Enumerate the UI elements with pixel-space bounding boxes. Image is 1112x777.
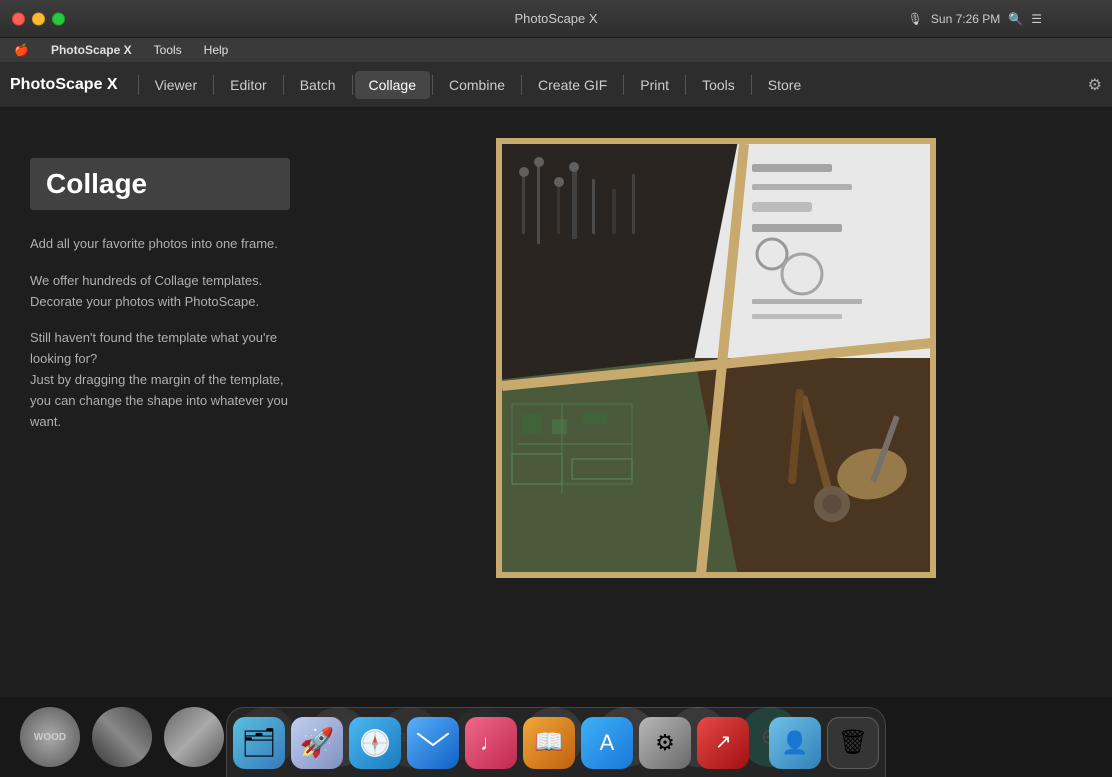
system-tray: 🎙 Sun 7:26 PM 🔍 ☰	[908, 12, 1042, 26]
quad-container	[502, 144, 930, 572]
settings-gear-icon[interactable]: ⚙	[1088, 75, 1102, 95]
nav-editor[interactable]: Editor	[216, 71, 281, 99]
nav-store[interactable]: Store	[754, 71, 815, 99]
dock-music[interactable]: ♩	[465, 717, 517, 769]
dock-trash[interactable]: 🗑	[827, 717, 879, 769]
dock-safari[interactable]	[349, 717, 401, 769]
template-1-preview: WOOD	[20, 707, 80, 767]
desc-3: Still haven't found the template what yo…	[30, 328, 290, 432]
dock-user-folder[interactable]: 👤	[769, 717, 821, 769]
menu-bar: 🍎 PhotoScape X Tools Help	[0, 38, 1112, 62]
nav-collage[interactable]: Collage	[355, 71, 430, 99]
nav-bar: PhotoScape X Viewer Editor Batch Collage…	[0, 62, 1112, 108]
dock-hook[interactable]: ↙	[697, 717, 749, 769]
left-panel: Collage Add all your favorite photos int…	[0, 138, 320, 468]
template-2-preview	[92, 707, 152, 767]
search-icon[interactable]: 🔍	[1008, 12, 1023, 26]
menu-icon[interactable]: ☰	[1031, 12, 1042, 26]
collage-separator-svg	[502, 144, 930, 572]
nav-combine[interactable]: Combine	[435, 71, 519, 99]
brand-logo[interactable]: PhotoScape X	[10, 76, 118, 94]
nav-separator-5	[432, 75, 433, 95]
dock-books[interactable]: 📖	[523, 717, 575, 769]
help-menu-item[interactable]: Help	[200, 41, 233, 59]
main-content: Collage Add all your favorite photos int…	[0, 108, 1112, 697]
desc-2: We offer hundreds of Collage templates. …	[30, 271, 290, 313]
window-title: PhotoScape X	[514, 11, 597, 26]
collage-heading: Collage	[30, 158, 290, 210]
dock: 🗂 🚀 ♩ 📖 A ⚙ ↙ 👤 🗑	[226, 707, 886, 777]
dock-appstore[interactable]: A	[581, 717, 633, 769]
template-3-preview	[164, 707, 224, 767]
template-3[interactable]	[164, 707, 224, 767]
nav-create-gif[interactable]: Create GIF	[524, 71, 621, 99]
siri-icon: 🎙	[908, 12, 923, 26]
minimize-button[interactable]	[32, 12, 45, 25]
nav-batch[interactable]: Batch	[286, 71, 350, 99]
dock-mail[interactable]	[407, 717, 459, 769]
dock-system-prefs[interactable]: ⚙	[639, 717, 691, 769]
nav-separator-2	[213, 75, 214, 95]
template-1[interactable]: WOOD	[20, 707, 80, 767]
tools-menu-item[interactable]: Tools	[150, 41, 186, 59]
clock: Sun 7:26 PM	[931, 12, 1000, 26]
window-controls	[12, 12, 65, 25]
desc-1: Add all your favorite photos into one fr…	[30, 234, 290, 255]
app-menu-item[interactable]: PhotoScape X	[47, 41, 136, 59]
nav-separator-3	[283, 75, 284, 95]
nav-viewer[interactable]: Viewer	[141, 71, 212, 99]
dock-finder[interactable]: 🗂	[233, 717, 285, 769]
nav-separator-8	[685, 75, 686, 95]
collage-preview	[496, 138, 936, 578]
nav-separator-7	[623, 75, 624, 95]
nav-separator-4	[352, 75, 353, 95]
maximize-button[interactable]	[52, 12, 65, 25]
apple-menu-item[interactable]: 🍎	[10, 41, 33, 59]
nav-tools[interactable]: Tools	[688, 71, 749, 99]
template-2[interactable]	[92, 707, 152, 767]
dock-launchpad[interactable]: 🚀	[291, 717, 343, 769]
nav-separator-6	[521, 75, 522, 95]
nav-separator-9	[751, 75, 752, 95]
title-bar: PhotoScape X 🎙 Sun 7:26 PM 🔍 ☰	[0, 0, 1112, 38]
close-button[interactable]	[12, 12, 25, 25]
nav-print[interactable]: Print	[626, 71, 683, 99]
nav-separator-1	[138, 75, 139, 95]
